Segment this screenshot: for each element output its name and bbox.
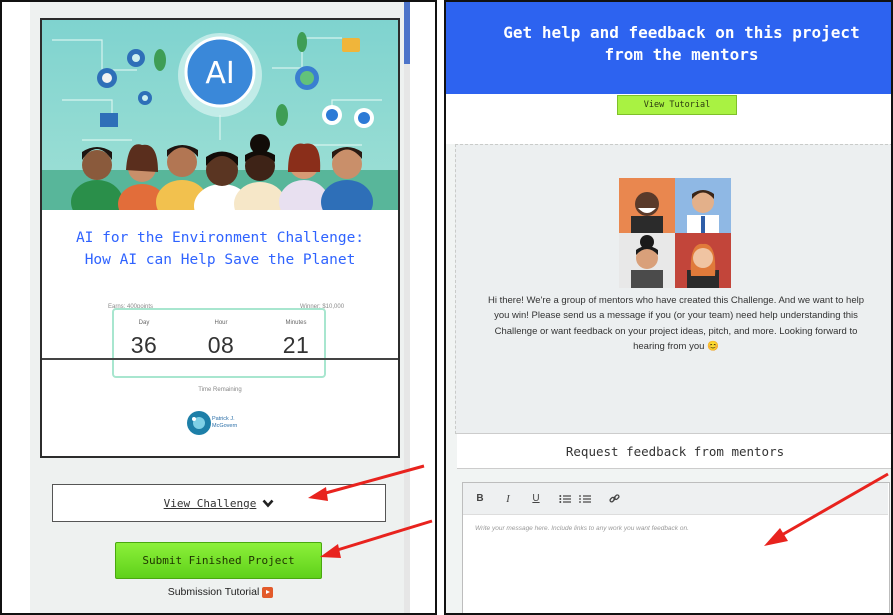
bullet-list-icon xyxy=(579,494,591,503)
organization-logo: Patrick J. McGovern xyxy=(186,410,256,438)
ai-badge-text: AI xyxy=(205,56,234,91)
countdown-unit-label: Minutes xyxy=(285,320,307,326)
submission-tutorial-link[interactable]: Submission Tutorial xyxy=(2,586,435,598)
link-button[interactable] xyxy=(609,493,620,504)
organization-logo-icon xyxy=(187,411,211,435)
video-play-icon xyxy=(262,586,274,598)
challenge-hero-image: AI xyxy=(42,20,398,210)
ordered-list-button[interactable] xyxy=(559,494,571,504)
countdown-value: 36 xyxy=(130,332,158,358)
card-divider xyxy=(42,358,398,360)
help-header-line: Get help and feedback on this project xyxy=(503,23,860,42)
view-challenge-label: View Challenge xyxy=(163,496,257,510)
challenge-panel: AI AI for the Environment Challenge: How… xyxy=(0,0,437,615)
organization-logo-line: McGovern xyxy=(212,422,238,429)
avatar xyxy=(675,178,731,233)
submission-tutorial-label: Submission Tutorial xyxy=(167,586,260,598)
time-remaining-label: Time Remaining xyxy=(198,387,242,393)
bullet-list-button[interactable] xyxy=(579,494,591,504)
underline-button[interactable]: U xyxy=(531,493,541,504)
challenge-card[interactable]: AI AI for the Environment Challenge: How… xyxy=(40,18,400,458)
submit-project-button[interactable]: Submit Finished Project xyxy=(115,542,322,579)
countdown-value: 21 xyxy=(282,332,310,358)
help-header: Get help and feedback on this project fr… xyxy=(446,2,891,94)
avatar xyxy=(619,233,675,288)
countdown-timer: Day 36 Hour 08 Minutes 21 xyxy=(112,308,326,378)
mentor-feedback-panel: Get help and feedback on this project fr… xyxy=(444,0,893,615)
challenge-title-line: AI for the Environment Challenge: xyxy=(75,230,365,246)
italic-button[interactable]: I xyxy=(503,493,513,505)
countdown-hours: Hour 08 xyxy=(191,320,251,359)
annotation-arrow xyxy=(764,472,889,546)
challenge-title-line: How AI can Help Save the Planet xyxy=(84,252,356,268)
scrollbar-thumb[interactable] xyxy=(404,2,410,64)
mentor-message: Hi there! We're a group of mentors who h… xyxy=(487,295,865,352)
countdown-days: Day 36 xyxy=(114,320,174,359)
request-feedback-heading: Request feedback from mentors xyxy=(457,433,891,469)
mentor-avatars xyxy=(619,178,731,288)
avatar xyxy=(619,178,675,233)
annotation-arrow xyxy=(308,464,425,501)
annotation-arrow xyxy=(320,519,433,558)
help-header-line: from the mentors xyxy=(604,45,759,64)
countdown-unit-label: Day xyxy=(138,320,150,326)
chevron-down-icon xyxy=(262,499,274,507)
link-icon xyxy=(609,494,620,503)
ordered-list-icon xyxy=(559,494,571,503)
countdown-minutes: Minutes 21 xyxy=(266,320,326,359)
view-tutorial-button[interactable]: View Tutorial xyxy=(617,95,737,115)
bold-button[interactable]: B xyxy=(475,493,485,504)
organization-logo-text: Patrick J. McGovern xyxy=(212,416,237,429)
challenge-title[interactable]: AI for the Environment Challenge: How AI… xyxy=(42,227,398,271)
avatar xyxy=(675,233,731,288)
organization-logo-line: Patrick J. xyxy=(212,416,235,422)
countdown-unit-label: Hour xyxy=(214,320,228,326)
countdown-value: 08 xyxy=(207,332,235,358)
